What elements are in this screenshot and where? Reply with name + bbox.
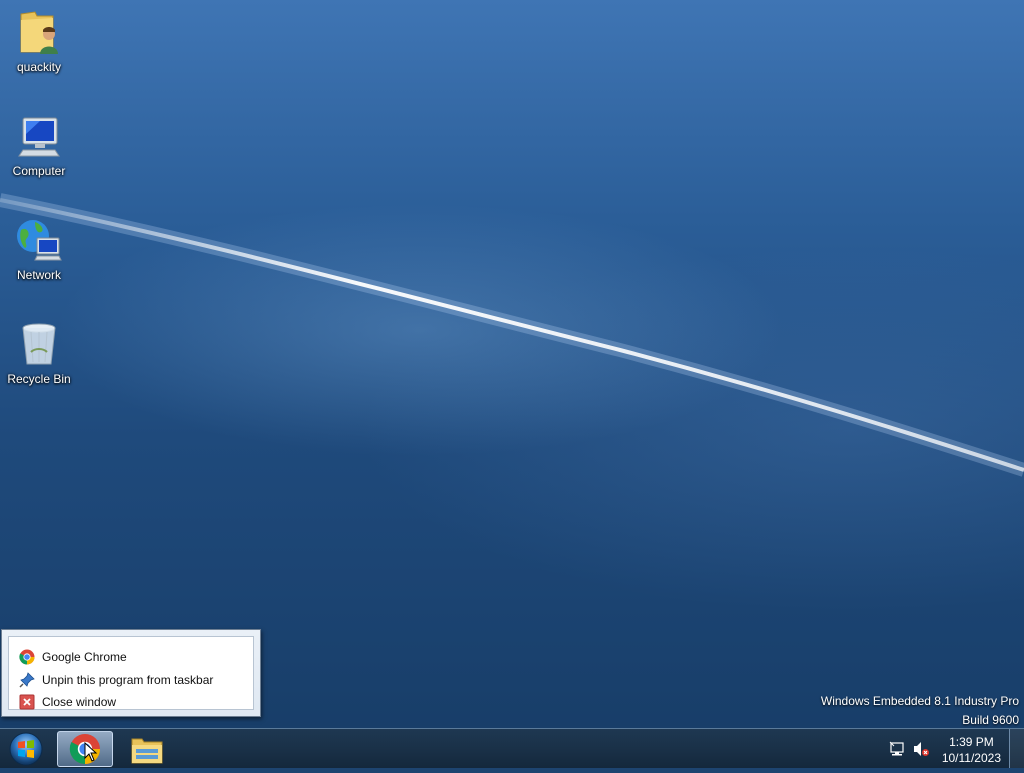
taskbar: 1:39 PM 10/11/2023 <box>0 728 1024 768</box>
file-explorer-icon <box>131 738 163 764</box>
clock-time: 1:39 PM <box>949 735 994 749</box>
mouse-cursor-icon <box>84 742 98 762</box>
jump-list-item-close-window[interactable]: Close window <box>19 692 116 712</box>
desktop-icon-label: Recycle Bin <box>7 372 71 386</box>
desktop: quackity Computer Network Recycle Bin Wi… <box>0 0 1024 728</box>
computer-icon <box>18 117 60 157</box>
jump-list-item-unpin[interactable]: Unpin this program from taskbar <box>19 670 213 690</box>
recycle-bin-icon <box>22 323 56 365</box>
network-icon <box>17 220 62 261</box>
show-desktop-button[interactable] <box>1009 729 1024 768</box>
volume-muted-icon[interactable] <box>913 741 929 757</box>
desktop-icon-computer[interactable]: Computer <box>1 112 77 178</box>
desktop-icon-label: Computer <box>12 164 66 178</box>
desktop-icon-recycle-bin[interactable]: Recycle Bin <box>1 320 77 386</box>
pin-icon <box>19 672 35 688</box>
system-clock[interactable]: 1:39 PM 10/11/2023 <box>942 734 1001 766</box>
wallpaper-light-streak <box>0 193 1024 477</box>
desktop-icon-label: Network <box>16 268 61 282</box>
close-icon <box>19 694 35 710</box>
windows-watermark: Windows Embedded 8.1 Industry Pro Build … <box>821 692 1019 728</box>
watermark-edition: Windows Embedded 8.1 Industry Pro <box>820 694 1019 708</box>
jump-list-item-google-chrome[interactable]: Google Chrome <box>19 647 127 667</box>
desktop-icon-quackity[interactable]: quackity <box>1 8 77 74</box>
network-status-icon[interactable] <box>889 741 905 757</box>
taskbar-button-google-chrome[interactable] <box>57 731 113 767</box>
watermark-build: Build 9600 <box>962 713 1019 727</box>
desktop-icon-network[interactable]: Network <box>1 216 77 282</box>
windows-start-icon <box>9 732 43 766</box>
user-folder-icon <box>20 11 58 54</box>
jump-list-panel: Google Chrome Unpin this program from ta… <box>8 636 254 710</box>
taskbar-button-file-explorer[interactable] <box>119 731 175 767</box>
taskbar-jump-list: Google Chrome Unpin this program from ta… <box>1 629 261 717</box>
start-button[interactable] <box>5 730 47 768</box>
jump-list-item-label: Google Chrome <box>42 650 127 664</box>
clock-date: 10/11/2023 <box>941 751 1001 765</box>
jump-list-item-label: Close window <box>42 695 117 709</box>
jump-list-item-label: Unpin this program from taskbar <box>42 673 214 687</box>
desktop-icon-label: quackity <box>16 60 62 74</box>
chrome-icon <box>19 649 35 665</box>
